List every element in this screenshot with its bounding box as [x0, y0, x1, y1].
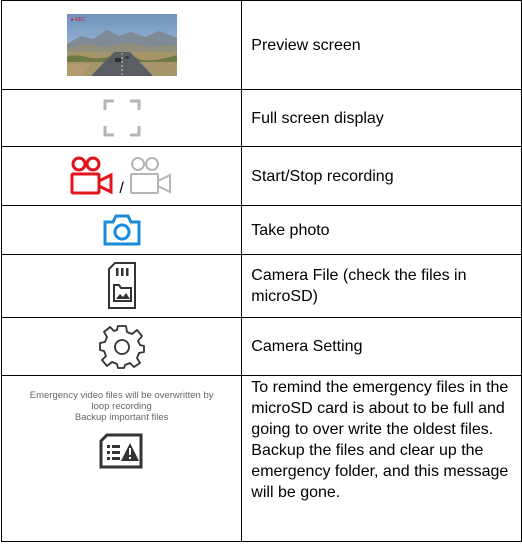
icon-cell: [0, 89, 243, 147]
icon-cell: Emergency video files will be overwritte…: [0, 375, 243, 542]
camera-icon[interactable]: [102, 213, 142, 247]
warning-line-2: loop recording: [91, 401, 152, 412]
separator: /: [119, 180, 124, 197]
icon-cell: [0, 317, 243, 376]
table-row: Full screen display: [0, 89, 522, 147]
icon-cell: [0, 205, 243, 255]
fullscreen-icon[interactable]: [102, 98, 142, 138]
table-row: Camera File (check the files in microSD): [0, 254, 522, 318]
row-label: Full screen display: [241, 89, 522, 147]
road-landscape-image: [66, 14, 177, 76]
table-row: Take photo: [0, 205, 522, 255]
icon-cell: ● REC: [0, 0, 243, 90]
warning-message: Emergency video files will be overwritte…: [2, 390, 241, 423]
row-label: Take photo: [241, 205, 522, 255]
icon-cell: /: [0, 146, 243, 206]
row-label: Preview screen: [241, 0, 522, 90]
sd-card-file-icon[interactable]: [106, 261, 138, 311]
row-label: Camera File (check the files in microSD): [241, 254, 522, 318]
table-row: ● REC Preview screen: [0, 0, 522, 90]
icon-description-table: ● REC Preview screen Full screen display: [0, 0, 522, 542]
row-label: Camera Setting: [241, 317, 522, 376]
rec-indicator: ● REC: [70, 17, 86, 23]
warning-line-1: Emergency video files will be overwritte…: [29, 390, 214, 401]
icon-cell: [0, 254, 243, 318]
row-label: To remind the emergency files in the mic…: [241, 375, 522, 542]
table-row: Camera Setting: [0, 317, 522, 376]
rec-label: REC: [75, 17, 86, 23]
table-row: Emergency video files will be overwritte…: [0, 375, 522, 542]
table-row: / Start/Stop recording: [0, 146, 522, 206]
video-camera-gray-icon[interactable]: [128, 156, 174, 196]
preview-thumbnail[interactable]: ● REC: [66, 14, 177, 76]
video-camera-red-icon[interactable]: [69, 156, 115, 196]
gear-icon[interactable]: [98, 324, 145, 370]
sd-card-warning-icon[interactable]: [99, 433, 145, 469]
row-label: Start/Stop recording: [241, 146, 522, 206]
warning-line-3: Backup important files: [74, 412, 169, 423]
